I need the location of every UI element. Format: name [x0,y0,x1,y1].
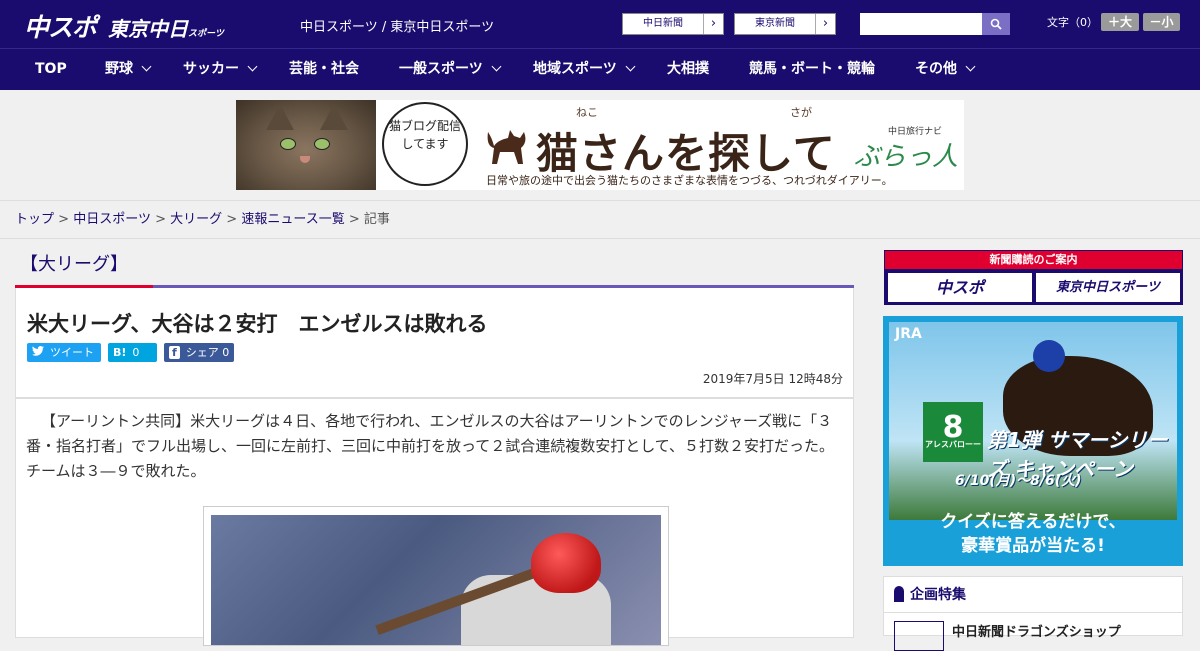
breadcrumb-top[interactable]: トップ [15,212,54,227]
nav-item-sumo[interactable]: 大相撲 [667,49,709,90]
breadcrumb-current: 記事 [363,212,390,227]
subscribe-box: 新聞購読のご案内 中スポ 東京中日スポーツ [884,250,1183,305]
site-logo[interactable]: 中スポ 東京中日スポーツ [24,8,224,44]
ribbon-icon [894,586,904,602]
tweet-button[interactable]: ツイート [27,343,101,362]
jra-logo: JRA [895,326,922,342]
article-photo[interactable] [203,506,669,646]
cat-blog-banner[interactable]: 猫ブログ配信してます ねこ さが 猫さんを探して 日常や旅の途中で出会う猫たちの… [236,100,964,190]
chevron-down-icon [247,61,258,72]
main-nav: TOP 野球 サッカー 芸能・社会 一般スポーツ 地域スポーツ 大相撲 競馬・ボ… [0,48,1200,90]
hatena-icon: B! [113,346,127,359]
search-button[interactable] [982,13,1010,35]
breadcrumb-mlb[interactable]: 大リーグ [170,212,222,227]
facebook-share-button[interactable]: f シェア 0 [164,343,234,362]
facebook-icon: f [169,346,180,359]
logo-tokyo-chunichi: 東京中日スポーツ [108,17,224,41]
article-date: 2019年7月5日 12時48分 [702,372,843,386]
feature-item-dragons-shop[interactable]: 中日新聞ドラゴンズショップ [952,621,1121,640]
tokyo-shimbun-link[interactable]: 東京新聞 › [734,13,836,35]
article-header: 米大リーグ、大谷は２安打 エンゼルスは敗れる ツイート B! 0 f シェア 0 2… [15,288,854,398]
jra-quiz-text: クイズに答えるだけで、 豪華賞品が当たる! [940,512,1126,556]
hatena-bookmark-button[interactable]: B! 0 [108,343,157,362]
article-title: 米大リーグ、大谷は２安打 エンゼルスは敗れる [27,312,488,336]
logo-chuspo: 中スポ [24,13,97,42]
feature-thumbnail[interactable] [894,621,944,651]
jockey-image [1033,340,1065,372]
subscribe-tokyo-chunichi-button[interactable]: 東京中日スポーツ [1036,273,1180,302]
ruby-neko: ねこ [576,106,598,119]
chevron-right-icon: › [703,14,723,34]
article-lead: 【アーリントン共同】米大リーグは４日、各地で行われ、エンゼルスの大谷はアーリント… [26,412,835,480]
chevron-down-icon [491,61,502,72]
nav-item-regional-sports[interactable]: 地域スポーツ [533,49,636,90]
cat-photo [236,100,376,190]
chevron-down-icon [625,61,636,72]
nav-item-general-sports[interactable]: 一般スポーツ [399,49,502,90]
banner-brand: ぶらっ人 [854,142,959,172]
nav-item-baseball[interactable]: 野球 [105,49,152,90]
chunichi-shimbun-link[interactable]: 中日新聞 › [622,13,724,35]
search-input[interactable] [860,13,982,35]
nav-item-other[interactable]: その他 [915,49,976,90]
twitter-icon [32,346,44,356]
nav-item-racing[interactable]: 競馬・ボート・競輪 [749,49,875,90]
feature-heading: 企画特集 [884,577,1182,613]
font-size-label: 文字（0） [1047,16,1098,29]
chevron-down-icon [141,61,152,72]
article-body: 【アーリントン共同】米大リーグは４日、各地で行われ、エンゼルスの大谷はアーリント… [15,398,854,646]
cat-silhouette-icon [487,130,526,164]
feature-box: 企画特集 中日新聞ドラゴンズショップ [883,576,1183,651]
article-category[interactable]: 【大リーグ】 [20,250,128,276]
jra-campaign-dates: 6/10(月)～8/6(火) [955,473,1082,489]
breadcrumb-chunichi-sports[interactable]: 中日スポーツ [73,212,151,227]
breadcrumb-news-list[interactable]: 速報ニュース一覧 [241,212,344,227]
subscribe-chuspo-button[interactable]: 中スポ [888,273,1032,302]
chevron-right-icon: › [815,14,835,34]
ruby-saga: さが [790,106,812,119]
site-tagline: 中日スポーツ / 東京中日スポーツ [300,20,495,35]
nav-item-entertainment[interactable]: 芸能・社会 [289,49,359,90]
article-photo-image [211,515,661,645]
site-header: 中スポ 東京中日スポーツ 中日スポーツ / 東京中日スポーツ 中日新聞 › 東京… [0,0,1200,48]
font-larger-button[interactable]: ＋大 [1101,13,1139,31]
banner-subtitle: 日常や旅の途中で出会う猫たちのさまざまな表情をつづる、つれづれダイアリー。 [486,174,893,187]
breadcrumb: トップ > 中日スポーツ > 大リーグ > 速報ニュース一覧 > 記事 [0,200,1200,239]
jra-race-number: 8 アレスバローー [923,402,983,462]
jra-ad-banner[interactable]: JRA 8 アレスバローー 第1弾 サマーシリーズ キャンペーン 6/10(月)～… [883,316,1183,566]
chevron-down-icon [965,61,976,72]
speech-bubble: 猫ブログ配信してます [382,102,468,186]
nav-item-top[interactable]: TOP [35,49,67,90]
site-search [860,13,1010,35]
banner-area: 猫ブログ配信してます ねこ さが 猫さんを探して 日常や旅の途中で出会う猫たちの… [0,90,1200,200]
font-smaller-button[interactable]: －小 [1143,13,1180,31]
nav-item-soccer[interactable]: サッカー [183,49,258,90]
search-icon [990,18,1002,30]
subscribe-title: 新聞購読のご案内 [885,251,1182,269]
